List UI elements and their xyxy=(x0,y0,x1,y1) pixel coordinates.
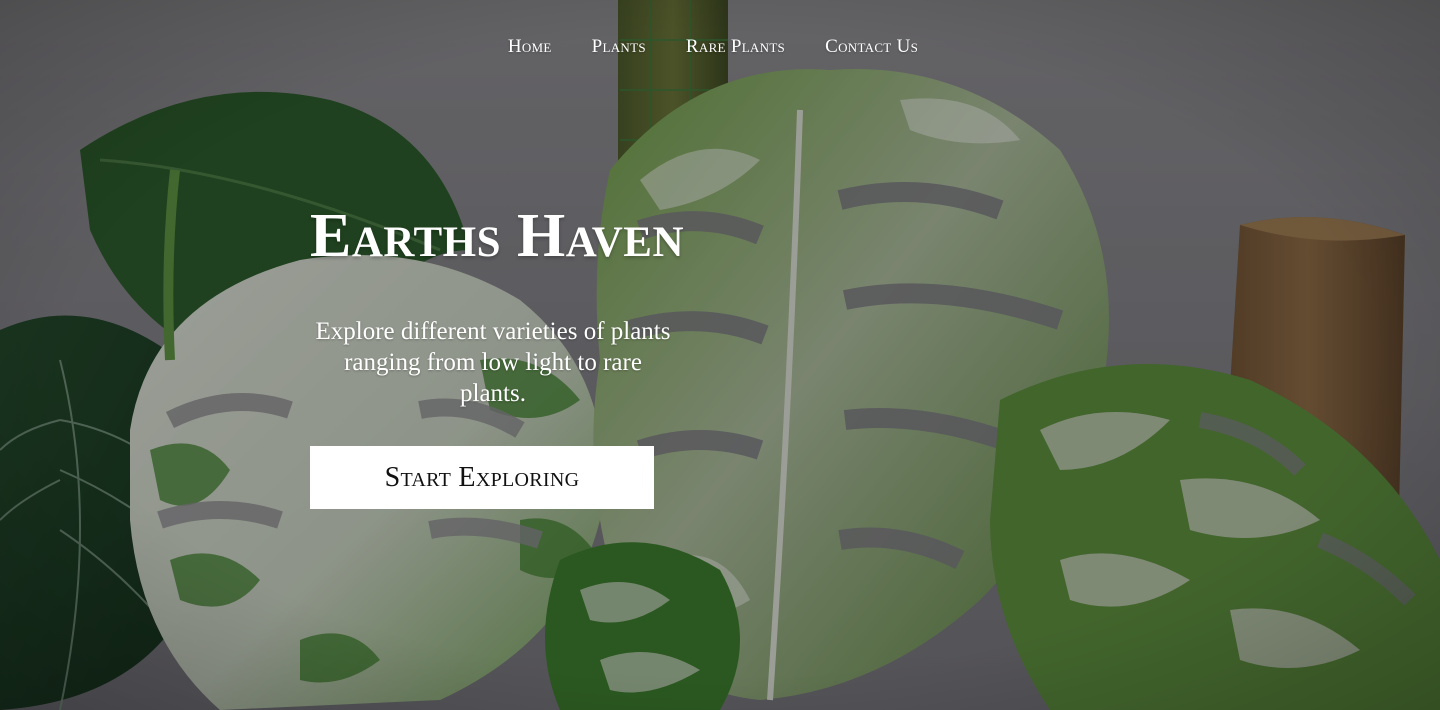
nav-home-link[interactable]: Home xyxy=(508,36,552,58)
top-navigation: Home Plants Rare Plants Contact Us xyxy=(0,36,1440,58)
hero-content: Earths Haven Explore different varieties… xyxy=(310,198,700,509)
start-exploring-button[interactable]: Start Exploring xyxy=(310,446,654,509)
hero-title: Earths Haven xyxy=(310,202,685,270)
nav-rare-plants-link[interactable]: Rare Plants xyxy=(686,36,785,58)
hero-subtitle: Explore different varieties of plants ra… xyxy=(315,318,671,407)
nav-plants-link[interactable]: Plants xyxy=(592,36,646,58)
hero-section: Home Plants Rare Plants Contact Us Earth… xyxy=(0,0,1440,710)
hero-background-image xyxy=(0,0,1440,710)
nav-contact-us-link[interactable]: Contact Us xyxy=(825,36,918,58)
